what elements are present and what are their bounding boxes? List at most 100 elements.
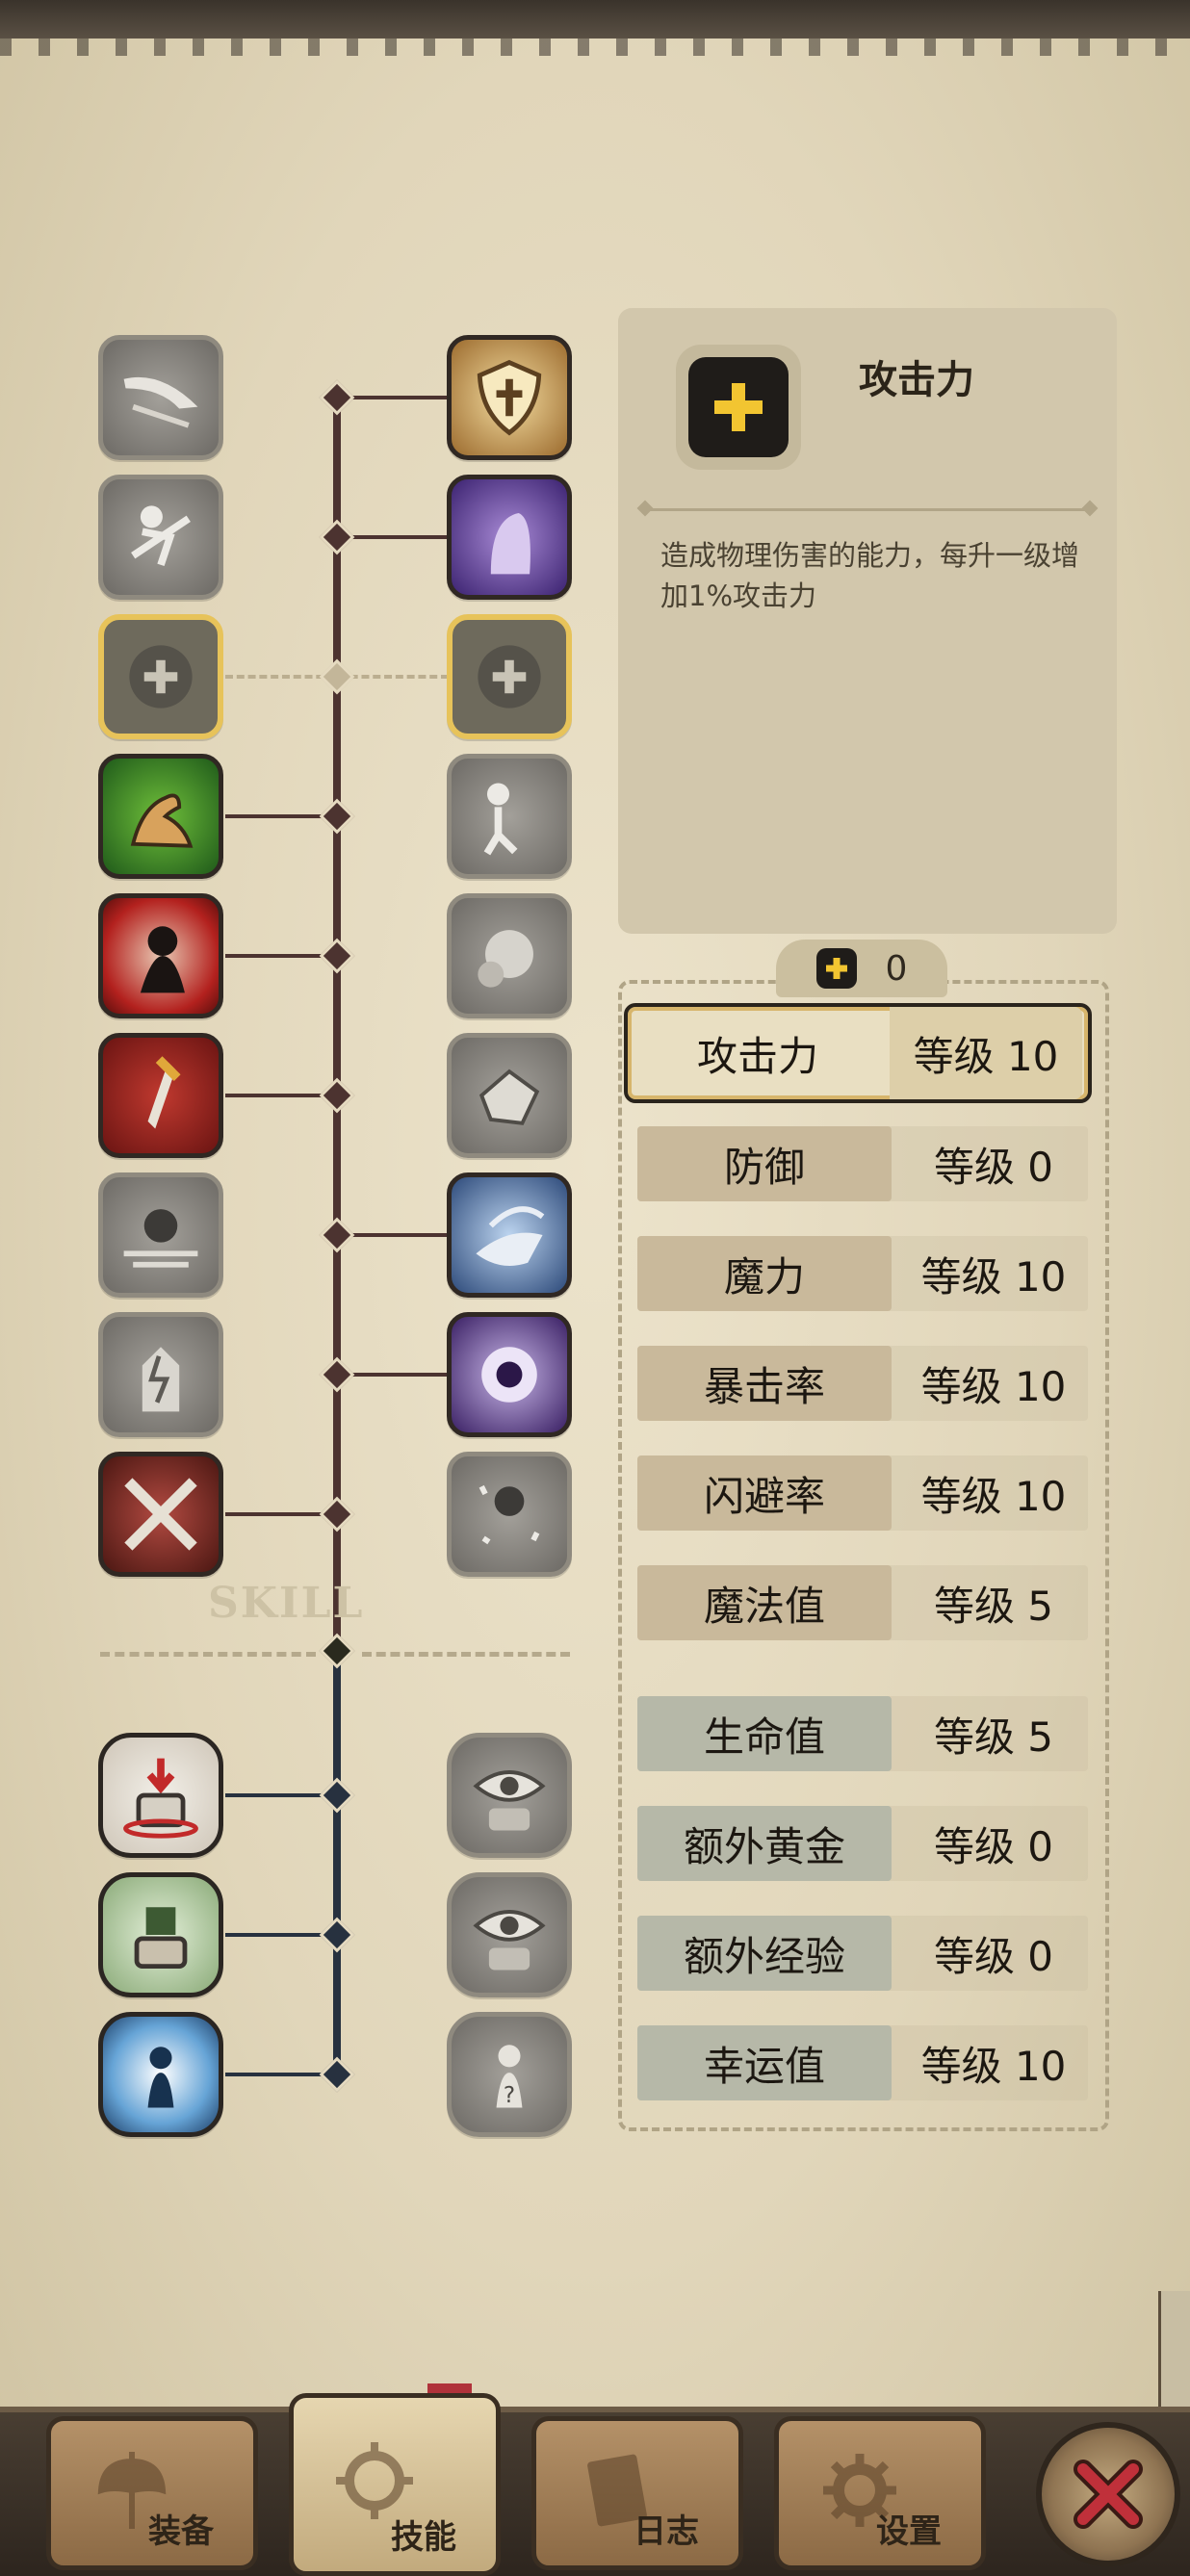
skill-gold-chest[interactable]: [98, 1872, 223, 1997]
attribute-level: 等级 0: [933, 1822, 1054, 1870]
attribute-name: 魔法值: [637, 1565, 892, 1640]
close-button[interactable]: [1036, 2422, 1180, 2566]
attribute-row-hp[interactable]: 生命值 等级 5: [637, 1696, 1088, 1771]
skill-plus-slot-left[interactable]: [98, 614, 223, 739]
dash-figure-icon: [131, 505, 191, 567]
skill-points-value: 0: [885, 948, 908, 989]
tab-equipment[interactable]: 装备: [46, 2416, 258, 2570]
attribute-level: 等级 5: [933, 1582, 1054, 1630]
tab-settings[interactable]: 设置: [774, 2416, 986, 2570]
skill-swift-run[interactable]: [447, 754, 572, 879]
running-figure-icon: [483, 783, 518, 856]
skill-cross-blades[interactable]: [98, 1452, 223, 1577]
plus-icon: [815, 948, 857, 989]
skill-wing-slash[interactable]: [98, 335, 223, 460]
attribute-name: 攻击力: [696, 1032, 818, 1080]
tab-label: 设置: [876, 2512, 942, 2551]
hand-chest-icon: [134, 1907, 188, 1970]
question-figure-icon: ?: [496, 2045, 523, 2108]
skill-drop-chest[interactable]: [98, 1733, 223, 1858]
tab-label: 技能: [391, 2518, 456, 2557]
attribute-row-attack[interactable]: 攻击力 等级 10: [624, 1003, 1092, 1103]
wing-slash-icon: [123, 376, 198, 428]
dashing-shadow-icon: [123, 1209, 198, 1268]
tab-skills[interactable]: 技能: [289, 2393, 501, 2576]
lightning-golem-icon: [142, 1347, 180, 1412]
attribute-row-luck[interactable]: 幸运值 等级 10: [637, 2025, 1088, 2100]
attribute-level: 等级 5: [933, 1713, 1054, 1761]
skill-detail-panel: 攻击力 造成物理伤害的能力，每升一级增加1%攻击力: [618, 308, 1117, 934]
skill-wind-blade[interactable]: [447, 1172, 572, 1298]
skill-mystery-luck[interactable]: ?: [447, 2012, 572, 2137]
tree-separator-right: [362, 1652, 570, 1657]
attribute-name: 闪避率: [637, 1455, 892, 1531]
eye-chest-icon: [473, 1910, 546, 1971]
svg-text:?: ?: [504, 2083, 515, 2108]
skill-spirit-sparkle[interactable]: [447, 1452, 572, 1577]
shield-cross-icon: [477, 359, 542, 436]
selected-skill-icon-frame: [676, 345, 801, 470]
attribute-level: 等级 0: [933, 1143, 1054, 1191]
skill-shadow-dash[interactable]: [98, 1172, 223, 1298]
tree-section-label: SKILL: [208, 1579, 365, 1628]
skill-dash-attack[interactable]: [98, 475, 223, 600]
skill-void-orb[interactable]: [447, 1312, 572, 1437]
top-frame: [0, 0, 1190, 56]
selected-skill-description: 造成物理伤害的能力，每升一级增加1%攻击力: [660, 539, 1080, 612]
skill-phantom-knight[interactable]: [447, 475, 572, 600]
attribute-level: 等级 10: [920, 1362, 1067, 1410]
eye-chest-icon: [473, 1770, 546, 1831]
attribute-name: 额外黄金: [637, 1806, 892, 1881]
attribute-name: 幸运值: [637, 2025, 892, 2100]
attribute-name: 暴击率: [637, 1346, 892, 1421]
attribute-name: 防御: [637, 1126, 892, 1201]
skill-muscle[interactable]: [98, 754, 223, 879]
skill-armor-break[interactable]: [447, 1033, 572, 1158]
shattered-stone-icon: [479, 1069, 540, 1125]
tree-spine-lower: [333, 1650, 341, 2079]
attribute-row-mana[interactable]: 魔法值 等级 5: [637, 1565, 1088, 1640]
tab-log[interactable]: 日志: [531, 2416, 743, 2570]
skill-spirit-aura[interactable]: [98, 2012, 223, 2137]
skill-eye-chest-2[interactable]: [447, 1872, 572, 1997]
smoke-fist-icon: [478, 930, 533, 988]
attribute-name: 额外经验: [637, 1916, 892, 1991]
attribute-row-magic-power[interactable]: 魔力 等级 10: [637, 1236, 1088, 1311]
crossed-swords-icon: [124, 1478, 197, 1551]
shadow-warrior-icon: [140, 926, 185, 993]
tab-label: 装备: [148, 2512, 214, 2551]
skill-sword-strike[interactable]: [98, 1033, 223, 1158]
glowing-figure-icon: [147, 2047, 174, 2108]
attribute-row-crit-rate[interactable]: 暴击率 等级 10: [637, 1346, 1088, 1421]
sword-icon: [147, 1056, 181, 1129]
skill-berserk[interactable]: [98, 893, 223, 1018]
attribute-level: 等级 0: [933, 1932, 1054, 1980]
attribute-level: 等级 10: [920, 2042, 1067, 2090]
attribute-name: 生命值: [637, 1696, 892, 1771]
plus-overlay-icon: [129, 645, 193, 708]
tree-spine-upper: [333, 393, 341, 1650]
plus-overlay-icon: [478, 645, 541, 708]
divider: [643, 508, 1092, 511]
plus-icon: [688, 357, 789, 457]
attribute-row-defense[interactable]: 防御 等级 0: [637, 1126, 1088, 1201]
selected-skill-title: 攻击力: [859, 358, 974, 402]
hooded-figure-icon: [490, 513, 530, 575]
attribute-level: 等级 10: [890, 1007, 1082, 1099]
flexed-arm-icon: [130, 793, 194, 848]
skill-plus-slot-right[interactable]: [447, 614, 572, 739]
close-icon: [1074, 2460, 1143, 2529]
attribute-row-extra-gold[interactable]: 额外黄金 等级 0: [637, 1806, 1088, 1881]
tree-separator-left: [100, 1652, 316, 1657]
attribute-level: 等级 10: [920, 1472, 1067, 1520]
skill-thunder-statue[interactable]: [98, 1312, 223, 1437]
skill-smoke-fist[interactable]: [447, 893, 572, 1018]
tab-label: 日志: [634, 2512, 699, 2551]
attribute-name: 魔力: [637, 1236, 892, 1311]
sparkle-figure-icon: [479, 1484, 540, 1545]
chest-arrow-icon: [123, 1758, 198, 1839]
skill-eye-chest-1[interactable]: [447, 1733, 572, 1858]
attribute-row-extra-exp[interactable]: 额外经验 等级 0: [637, 1916, 1088, 1991]
attribute-row-dodge-rate[interactable]: 闪避率 等级 10: [637, 1455, 1088, 1531]
skill-holy-shield[interactable]: [447, 335, 572, 460]
